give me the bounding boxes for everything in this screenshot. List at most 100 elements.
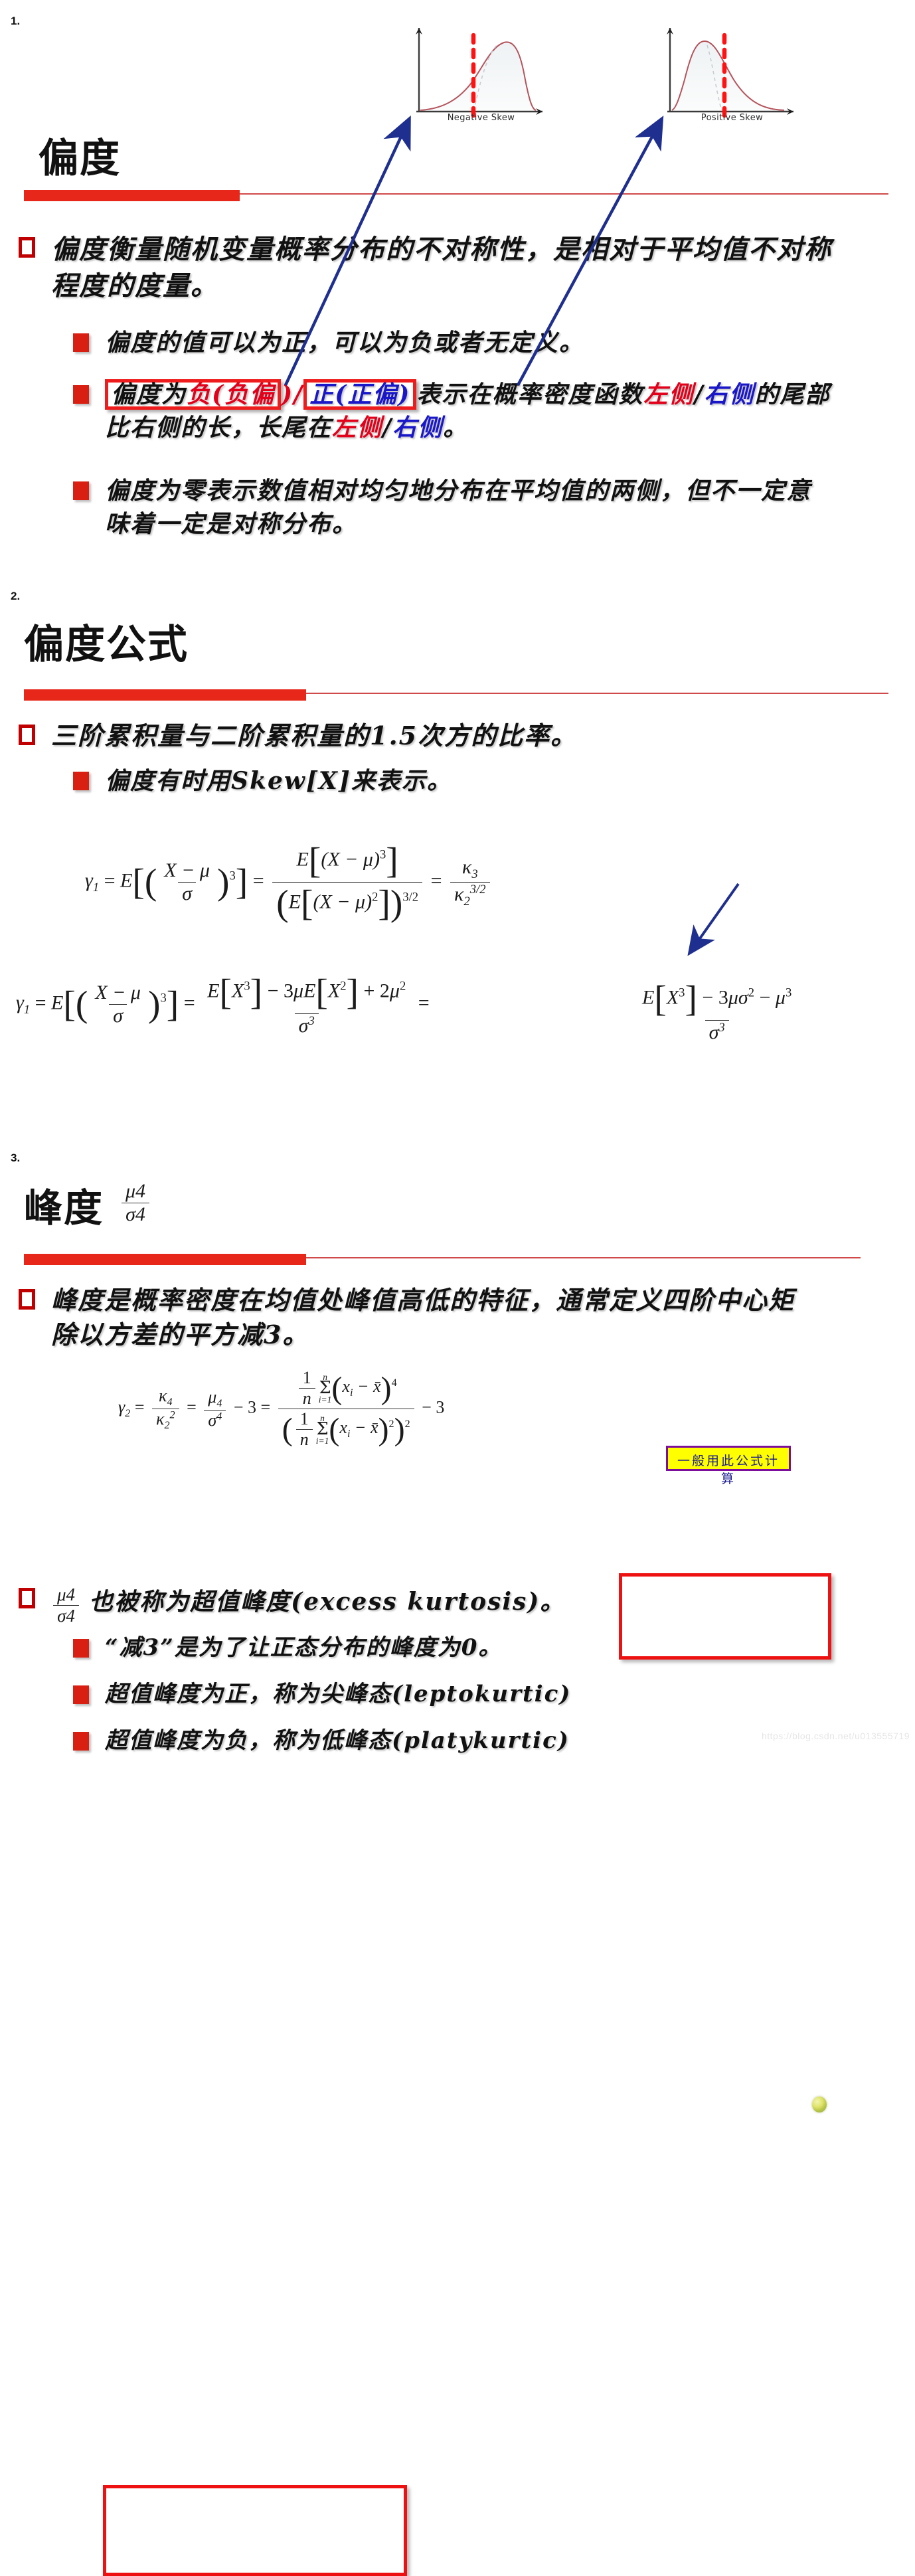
watermark: https://blog.csdn.net/u013555719: [761, 1731, 910, 1741]
bullet-3-4: 超值峰度为正，称为尖峰态(leptokurtic): [73, 1679, 903, 1710]
bullet-2-2: 偏度有时用Skew[X]来表示。: [73, 765, 903, 798]
equals: =: [35, 991, 52, 1014]
gamma-1-symbol: γ1: [16, 991, 31, 1017]
formula-boxed-final: E[X3] − 3μσ2 − μ3 σ3: [635, 978, 799, 1044]
bullet-3-5-text: 超值峰度为负，称为低峰态(platykurtic): [105, 1727, 570, 1754]
bullet-2-1-text: 三阶累积量与二阶累积量的1.5次方的比率。: [51, 721, 578, 750]
slide-number-3: 3.: [11, 1152, 21, 1164]
equals: =: [430, 869, 448, 892]
expectation-E: E: [120, 869, 133, 892]
numerator: E[(X − μ)3]: [296, 841, 398, 881]
numerator: κ4: [159, 1385, 173, 1408]
title-rule-thin-3: [236, 1257, 861, 1258]
denominator: σ: [109, 1004, 127, 1027]
numerator: μ4: [208, 1387, 222, 1410]
fraction-kappa4-kappa2sq: κ4 κ22: [151, 1385, 179, 1432]
bullet-1-4-text: 偏度为零表示数值相对均匀地分布在平均值的两侧，但不一定意味着一定是对称分布。: [105, 477, 812, 538]
numerator: E[X3] − 3μE[X2] + 2μ2: [207, 972, 406, 1013]
fraction-mu4-sigma4: μ4 σ4: [204, 1387, 226, 1430]
page-title-3-group: 峰度 μ4 σ4: [24, 1177, 153, 1233]
title-frac-num: μ4: [125, 1179, 146, 1202]
square-open-icon: [19, 237, 35, 258]
bullet-3-2-text: 也被称为超值峰度(excess kurtosis)。: [89, 1588, 566, 1616]
bracket-open: [: [132, 862, 145, 902]
bullet-1-3-pre: 偏度为: [111, 381, 187, 408]
expectation-E: E: [51, 991, 64, 1014]
square-solid-icon: [73, 1732, 89, 1751]
equals: =: [187, 1397, 201, 1417]
title-rule-3: [24, 1254, 888, 1266]
bullet-3-3: “减3”是为了让正态分布的峰度为0。: [73, 1632, 903, 1664]
bullet-3-3-text: “减3”是为了让正态分布的峰度为0。: [105, 1634, 503, 1661]
denominator: σ: [178, 882, 197, 905]
title-rule-thin-2: [236, 693, 888, 694]
one-over-n: 1n: [298, 1368, 315, 1409]
title-rule-2: [24, 689, 888, 701]
bullet-3-1-text: 峰度是概率密度在均值处峰值高低的特征，通常定义四阶中心矩除以方差的平方减3。: [51, 1285, 795, 1350]
summation-operator: n Σi=1: [318, 1371, 332, 1405]
denominator: (E[(X − μ)2])3/2: [272, 882, 423, 924]
power-3: 3: [229, 869, 236, 883]
numerator: X − μ: [164, 859, 210, 881]
one-over-n: 1n: [295, 1409, 313, 1450]
square-open-icon: [19, 1588, 35, 1608]
square-solid-icon: [73, 772, 89, 790]
bullet-3-1: 峰度是概率密度在均值处峰值高低的特征，通常定义四阶中心矩除以方差的平方减3。: [19, 1283, 902, 1353]
bracket-close: ]: [235, 862, 248, 902]
callout-arrow: [687, 883, 740, 956]
equals: =: [134, 1397, 149, 1417]
gamma-1-symbol: γ1: [85, 869, 100, 895]
square-solid-icon: [73, 333, 89, 352]
slide-number-2: 2.: [11, 590, 21, 602]
square-open-icon: [19, 1289, 35, 1310]
numerator: X − μ: [95, 982, 141, 1003]
formula-row-2: γ1 = E[(X − μ σ)3] = E[X3] − 3μE[X2] + 2μ…: [16, 972, 430, 1037]
kurtosis-formula-box: [103, 2485, 407, 2576]
fraction-final-skew: E[X3] − 3μσ2 − μ3 σ3: [638, 978, 795, 1044]
minus-three: − 3 =: [233, 1397, 275, 1417]
title-rule-thick-2: [24, 689, 306, 701]
page-title-3: 峰度: [24, 1185, 104, 1231]
inline-fraction-mu4-sigma4: μ4 σ4: [50, 1585, 82, 1626]
annotation-arrow-negative: [284, 115, 411, 386]
paren-close: ): [216, 862, 230, 902]
title-frac-den: σ4: [122, 1202, 149, 1226]
summation-operator: n Σi=1: [315, 1413, 329, 1446]
numerator: 1 n n Σi=1 (xi − x̄)4: [291, 1368, 401, 1409]
numerator: E[X3] − 3μσ2 − μ3: [642, 979, 792, 1019]
inline-frac-num: μ4: [57, 1585, 76, 1604]
fraction-expanded: E[X3] − 3μE[X2] + 2μ2 σ3: [203, 972, 410, 1037]
formula-row-1: γ1 = E[(X − μ σ)3] = E[(X − μ)3] (E[(X − …: [85, 840, 493, 924]
numerator: κ3: [461, 855, 478, 881]
minus-three-2: − 3: [422, 1397, 445, 1417]
square-solid-icon: [73, 385, 89, 404]
bullet-2-2-text: 偏度有时用Skew[X]来表示。: [105, 767, 452, 795]
inline-frac-den: σ4: [53, 1605, 79, 1626]
bullet-1-4: 偏度为零表示数值相对均匀地分布在平均值的两侧，但不一定意味着一定是对称分布。: [73, 475, 903, 541]
square-solid-icon: [73, 1639, 89, 1658]
title-rule-thick-3: [24, 1254, 306, 1265]
bullet-3-2: μ4 σ4 也被称为超值峰度(excess kurtosis)。: [19, 1582, 902, 1626]
denominator: σ3: [705, 1020, 729, 1044]
fraction-x-minus-mu-sigma: X − μσ: [91, 982, 145, 1027]
equals: =: [183, 991, 201, 1014]
slide-number-1: 1.: [11, 15, 21, 27]
bullet-3-4-text: 超值峰度为正，称为尖峰态(leptokurtic): [105, 1681, 572, 1707]
gamma-2-symbol: γ2: [118, 1397, 131, 1420]
decorative-green-dot: [812, 2097, 827, 2112]
square-open-icon: [19, 725, 35, 745]
equals: =: [104, 869, 121, 892]
denominator: σ3: [294, 1013, 319, 1037]
fraction-x-minus-mu-sigma: X − μσ: [160, 859, 214, 905]
bullet-2-1: 三阶累积量与二阶累积量的1.5次方的比率。: [19, 719, 902, 753]
denominator: σ4: [204, 1410, 226, 1430]
title-fraction-mu4-sigma4: μ4 σ4: [118, 1180, 153, 1226]
bullet-1-3-right2: 右侧: [392, 413, 444, 442]
bullet-1-3-sep2: /: [382, 413, 393, 442]
denominator: (1 n n Σi=1 (xi − x̄)2)2: [278, 1409, 414, 1450]
denominator: κ23/2: [450, 881, 490, 909]
slide-kurtosis: 3. 峰度 μ4 σ4 峰度是概率密度在均值处峰值高低的特征，通常定义四阶中心矩…: [0, 1136, 915, 2576]
denominator: κ22: [151, 1409, 179, 1432]
paren-open: (: [144, 862, 157, 902]
equals: =: [252, 869, 270, 892]
